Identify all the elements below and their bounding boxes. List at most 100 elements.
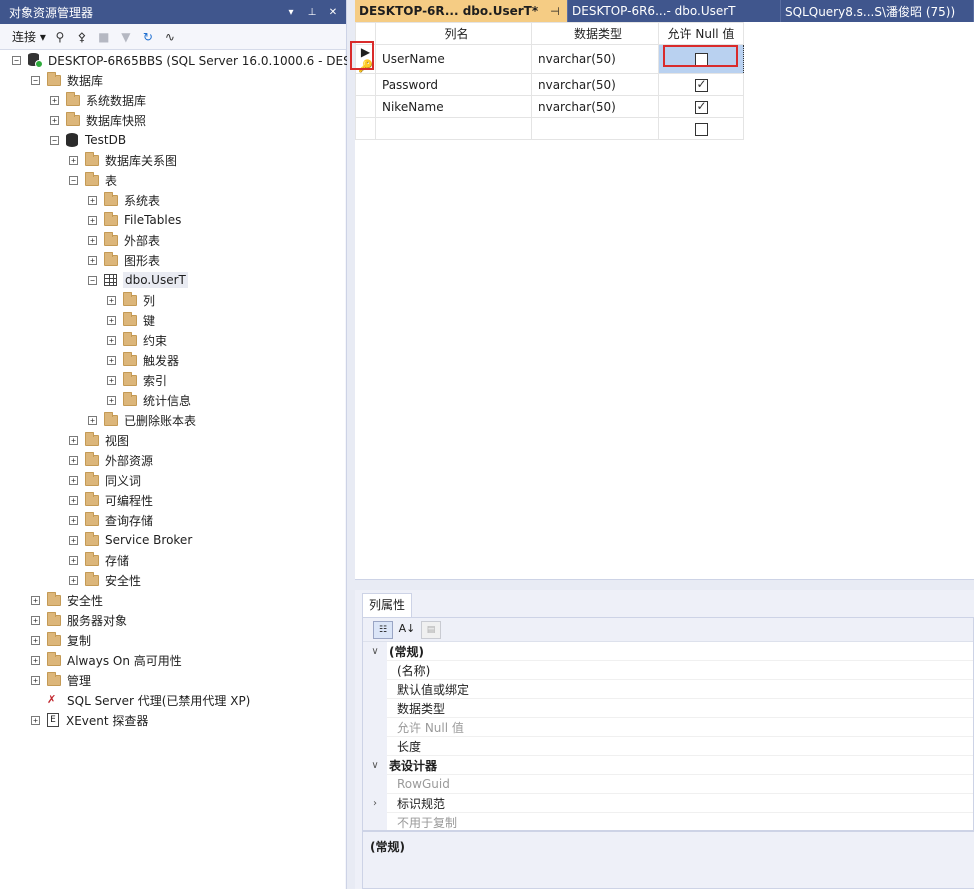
tab-sqlquery8[interactable]: SQLQuery8.s...S\潘俊昭 (75)): [781, 0, 974, 22]
row-selector[interactable]: [355, 95, 376, 118]
expand-icon[interactable]: +: [69, 475, 78, 485]
allow-null-cell[interactable]: [658, 73, 744, 96]
expand-icon[interactable]: +: [69, 495, 78, 505]
tree-node[interactable]: + 数据库快照: [50, 110, 146, 130]
property-row[interactable]: (名称): [363, 660, 973, 680]
expand-chevron-icon[interactable]: ›: [363, 793, 387, 813]
property-row[interactable]: 允许 Null 值: [363, 717, 973, 737]
expand-icon[interactable]: +: [69, 535, 78, 545]
tree-node[interactable]: + FileTables: [88, 210, 181, 230]
tree-node[interactable]: + 系统表: [88, 190, 160, 210]
collapse-icon[interactable]: −: [50, 135, 59, 145]
tree-node[interactable]: + 已删除账本表: [88, 410, 196, 430]
expand-icon[interactable]: +: [88, 255, 97, 265]
tab-table-designer-usert[interactable]: DESKTOP-6R... dbo.UserT* ⊣ ✕: [355, 0, 568, 22]
activity-monitor-icon[interactable]: ∿: [162, 29, 178, 45]
expand-icon[interactable]: +: [69, 435, 78, 445]
expand-icon[interactable]: +: [50, 95, 59, 105]
auto-hide-pin-icon[interactable]: ⊥: [304, 7, 320, 18]
tree-node[interactable]: + Service Broker: [69, 530, 192, 550]
tree-node[interactable]: + 外部表: [88, 230, 160, 250]
expand-icon[interactable]: +: [31, 615, 40, 625]
disconnect-plug-icon[interactable]: ⚴: [74, 29, 90, 45]
property-category[interactable]: ∨ (常规): [363, 641, 973, 661]
expand-icon[interactable]: +: [31, 715, 40, 725]
tree-node[interactable]: + 图形表: [88, 250, 160, 270]
expand-icon[interactable]: +: [31, 595, 40, 605]
horizontal-splitter[interactable]: [355, 579, 974, 590]
property-row[interactable]: 数据类型: [363, 698, 973, 718]
expand-icon[interactable]: +: [107, 335, 116, 345]
expand-icon[interactable]: +: [69, 155, 78, 165]
expand-icon[interactable]: +: [88, 195, 97, 205]
table-row[interactable]: [355, 117, 744, 140]
tree-node[interactable]: + 系统数据库: [50, 90, 146, 110]
allow-null-checkbox[interactable]: [694, 122, 708, 136]
table-row[interactable]: Password nvarchar(50): [355, 73, 744, 96]
tree-node[interactable]: + 列: [107, 290, 155, 310]
tree-node[interactable]: + 可编程性: [69, 490, 153, 510]
tree-node[interactable]: − dbo.UserT: [88, 270, 188, 290]
close-icon[interactable]: ✕: [325, 7, 341, 18]
connect-plug-icon[interactable]: ⚲: [52, 29, 68, 45]
expand-icon[interactable]: +: [50, 115, 59, 125]
property-row[interactable]: 默认值或绑定: [363, 679, 973, 699]
tree-node[interactable]: + 键: [107, 310, 155, 330]
data-type-cell[interactable]: nvarchar(50): [531, 95, 659, 118]
tree-node[interactable]: + 存储: [69, 550, 129, 570]
connect-dropdown-button[interactable]: 连接 ▾: [12, 28, 46, 45]
tree-node[interactable]: + 视图: [69, 430, 129, 450]
collapse-chevron-icon[interactable]: ∨: [363, 641, 387, 661]
tree-node[interactable]: ✗ SQL Server 代理(已禁用代理 XP): [31, 690, 250, 710]
column-name-cell[interactable]: Password: [375, 73, 532, 96]
expand-icon[interactable]: +: [69, 575, 78, 585]
column-name-cell[interactable]: UserName: [375, 44, 532, 74]
refresh-icon[interactable]: ↻: [140, 29, 156, 45]
tree-node[interactable]: + Always On 高可用性: [31, 650, 182, 670]
tree-node[interactable]: + E XEvent 探查器: [31, 710, 148, 730]
allow-null-checkbox[interactable]: [694, 99, 708, 114]
tree-node[interactable]: + 安全性: [69, 570, 141, 590]
expand-icon[interactable]: +: [69, 455, 78, 465]
allow-null-cell[interactable]: [658, 117, 744, 140]
allow-null-checkbox[interactable]: [694, 77, 708, 92]
tree-node[interactable]: − 数据库: [31, 70, 103, 90]
property-pages-icon[interactable]: ▤: [421, 620, 441, 639]
pin-icon[interactable]: ⊣: [550, 5, 560, 18]
data-type-cell[interactable]: nvarchar(50): [531, 44, 659, 74]
expand-icon[interactable]: +: [107, 315, 116, 325]
tab-usert-data[interactable]: DESKTOP-6R6...- dbo.UserT: [568, 0, 781, 22]
tree-node[interactable]: + 服务器对象: [31, 610, 127, 630]
expand-icon[interactable]: +: [31, 655, 40, 665]
tree-node[interactable]: + 数据库关系图: [69, 150, 177, 170]
expand-icon[interactable]: +: [31, 675, 40, 685]
tree-node[interactable]: + 约束: [107, 330, 167, 350]
tree-node[interactable]: + 复制: [31, 630, 91, 650]
expand-icon[interactable]: +: [88, 415, 97, 425]
expand-icon[interactable]: +: [107, 355, 116, 365]
expand-icon[interactable]: +: [69, 555, 78, 565]
collapse-icon[interactable]: −: [88, 275, 97, 285]
collapse-chevron-icon[interactable]: ∨: [363, 755, 387, 775]
expand-icon[interactable]: +: [107, 375, 116, 385]
window-position-dropdown-icon[interactable]: ▾: [283, 7, 299, 18]
categorized-view-icon[interactable]: ☷: [373, 620, 393, 639]
expand-icon[interactable]: +: [31, 635, 40, 645]
allow-null-cell[interactable]: [658, 95, 744, 118]
property-row[interactable]: › 标识规范: [363, 793, 973, 813]
tree-node[interactable]: + 同义词: [69, 470, 141, 490]
table-row[interactable]: NikeName nvarchar(50): [355, 95, 744, 118]
stop-icon[interactable]: ■: [96, 29, 112, 45]
tree-node[interactable]: − 表: [69, 170, 117, 190]
expand-icon[interactable]: +: [107, 295, 116, 305]
filter-icon[interactable]: ▼: [118, 29, 134, 45]
data-type-cell[interactable]: nvarchar(50): [531, 73, 659, 96]
row-selector[interactable]: [355, 117, 376, 140]
collapse-icon[interactable]: −: [69, 175, 78, 185]
vertical-splitter[interactable]: [347, 0, 355, 889]
expand-icon[interactable]: +: [88, 235, 97, 245]
column-name-cell[interactable]: NikeName: [375, 95, 532, 118]
collapse-icon[interactable]: −: [12, 55, 21, 65]
expand-icon[interactable]: +: [88, 215, 97, 225]
property-row[interactable]: 长度: [363, 736, 973, 756]
